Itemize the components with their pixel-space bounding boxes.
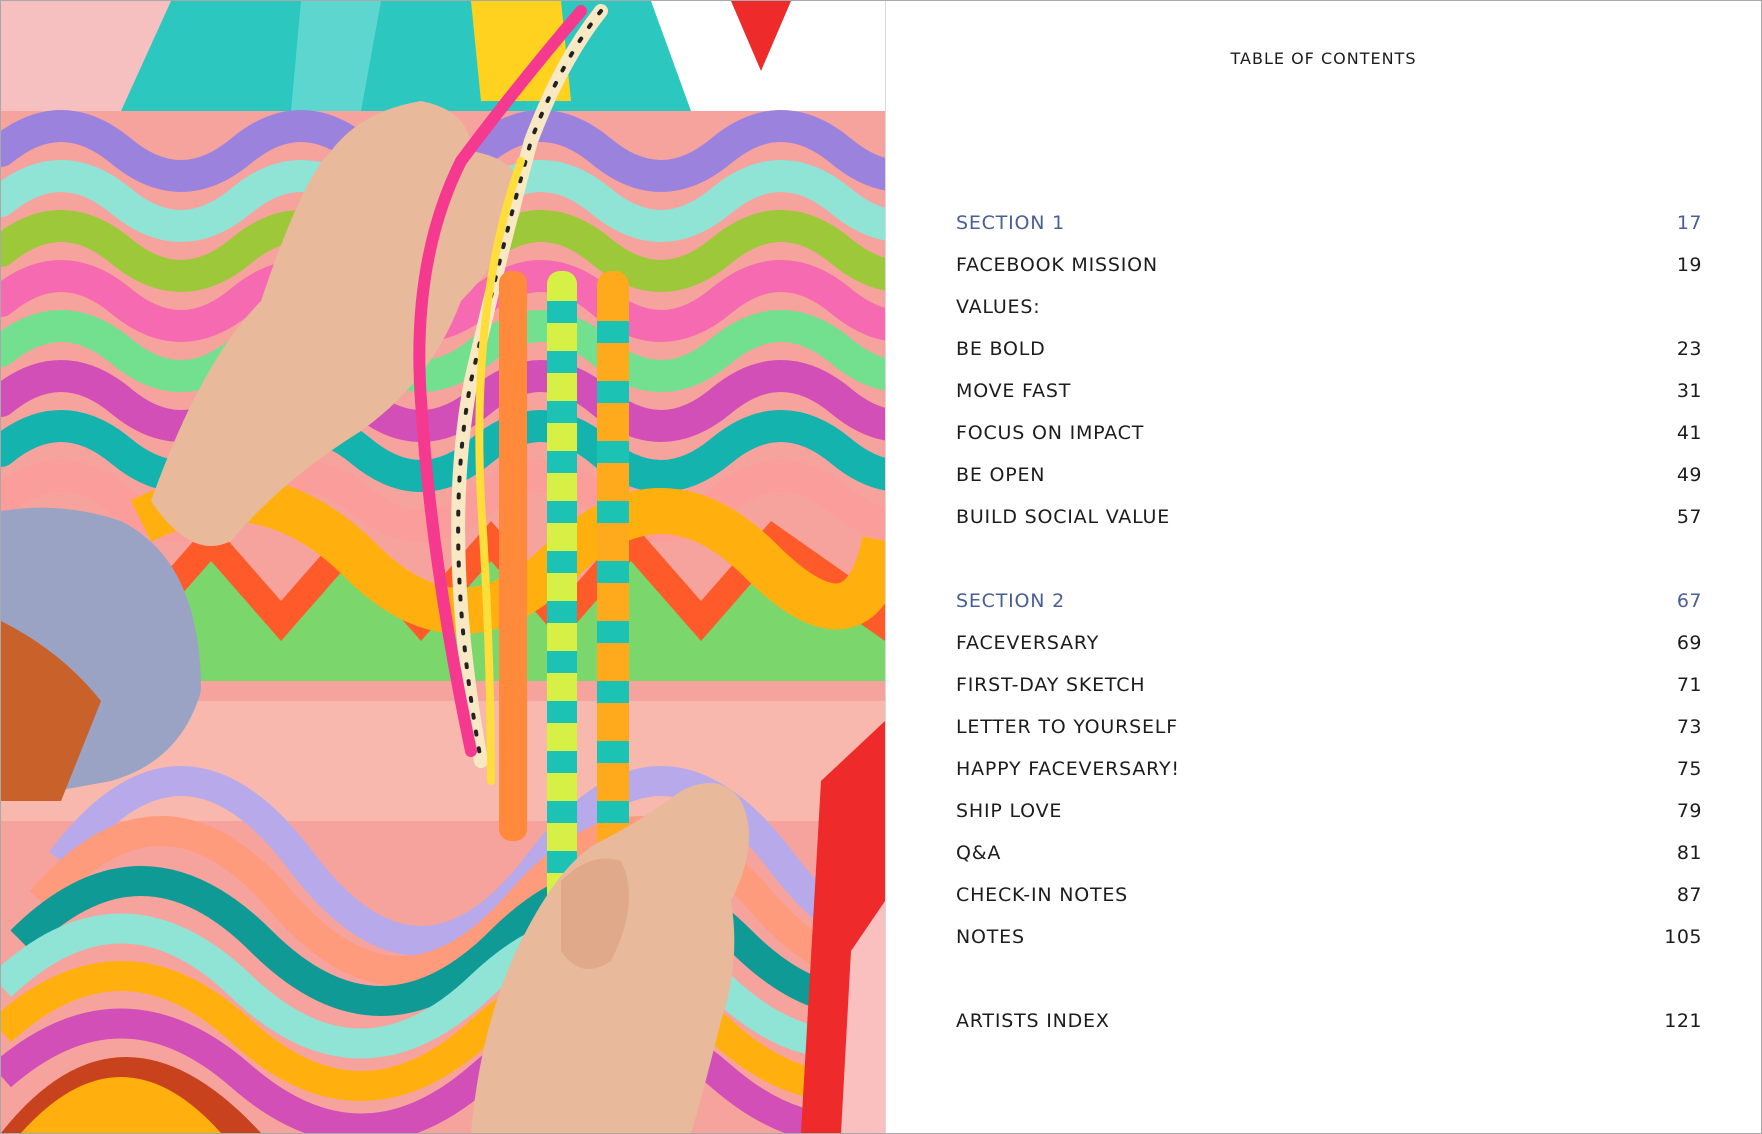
toc-entry-label: FIRST-DAY SKETCH xyxy=(956,674,1146,696)
toc-entry: Q&A 81 xyxy=(956,838,1702,880)
toc-entry: BE OPEN 49 xyxy=(956,460,1702,502)
toc-group: SECTION 1 17 FACEBOOK MISSION 19 VALUES: BE B… xyxy=(956,208,1702,544)
toc-section-heading: SECTION 1 17 xyxy=(956,208,1702,250)
toc-entry-label: BE BOLD xyxy=(956,338,1046,360)
toc-entry-page-number: 121 xyxy=(1664,1010,1702,1032)
mural-illustration xyxy=(1,1,885,1133)
toc-entry-label: VALUES: xyxy=(956,296,1041,318)
toc-section-heading: SECTION 2 67 xyxy=(956,586,1702,628)
toc-entry: ARTISTS INDEX 121 xyxy=(956,1006,1702,1048)
toc-entry-page-number: 81 xyxy=(1676,842,1702,864)
mural-photo xyxy=(1,1,885,1133)
toc-entry: FACEBOOK MISSION 19 xyxy=(956,250,1702,292)
toc-entry-page-number: 31 xyxy=(1676,380,1702,402)
toc-entry-page-number: 17 xyxy=(1676,212,1702,234)
toc-entry: BE BOLD 23 xyxy=(956,334,1702,376)
toc-entry: FACEVERSARY 69 xyxy=(956,628,1702,670)
toc-entry-page-number: 73 xyxy=(1676,716,1702,738)
toc-entry-label: FOCUS ON IMPACT xyxy=(956,422,1145,444)
toc-entry-page-number: 87 xyxy=(1676,884,1702,906)
toc-entry-label: MOVE FAST xyxy=(956,380,1072,402)
toc-entry: FIRST-DAY SKETCH 71 xyxy=(956,670,1702,712)
toc-entry-page-number: 67 xyxy=(1676,590,1702,612)
toc-entry-label: CHECK-IN NOTES xyxy=(956,884,1129,906)
toc-entry-label: BUILD SOCIAL VALUE xyxy=(956,506,1171,528)
toc-entry: CHECK-IN NOTES 87 xyxy=(956,880,1702,922)
toc-entry-page-number: 69 xyxy=(1676,632,1702,654)
toc-entry-page-number: 57 xyxy=(1676,506,1702,528)
toc-entry-label: FACEBOOK MISSION xyxy=(956,254,1158,276)
toc-entry-label: SECTION 2 xyxy=(956,590,1066,612)
toc-entry-label: HAPPY FACEVERSARY! xyxy=(956,758,1180,780)
toc-entry-page-number: 79 xyxy=(1676,800,1702,822)
toc-entry-label: ARTISTS INDEX xyxy=(956,1010,1110,1032)
toc-entry: VALUES: xyxy=(956,292,1702,334)
toc-entry-page-number: 49 xyxy=(1676,464,1702,486)
toc-entry: NOTES 105 xyxy=(956,922,1702,964)
toc-entry-label: SHIP LOVE xyxy=(956,800,1063,822)
toc-entry-label: NOTES xyxy=(956,926,1025,948)
book-spread: TABLE OF CONTENTS SECTION 1 17 FACEBOOK MI… xyxy=(0,0,1762,1134)
toc-entry-label: Q&A xyxy=(956,842,1002,864)
toc-entry-page-number: 75 xyxy=(1676,758,1702,780)
toc-entry-label: FACEVERSARY xyxy=(956,632,1100,654)
toc-group: SECTION 2 67 FACEVERSARY 69 FIRST-DAY SKETCH… xyxy=(956,586,1702,964)
toc-entry-page-number: 41 xyxy=(1676,422,1702,444)
toc-entry-label: BE OPEN xyxy=(956,464,1046,486)
toc-entry: FOCUS ON IMPACT 41 xyxy=(956,418,1702,460)
toc-entry: LETTER TO YOURSELF 73 xyxy=(956,712,1702,754)
toc-entry-label: LETTER TO YOURSELF xyxy=(956,716,1178,738)
toc-entry: SHIP LOVE 79 xyxy=(956,796,1702,838)
toc-entry: BUILD SOCIAL VALUE 57 xyxy=(956,502,1702,544)
toc-entry-page-number: 19 xyxy=(1676,254,1702,276)
toc-entry-page-number: 23 xyxy=(1676,338,1702,360)
table-of-contents-page: TABLE OF CONTENTS SECTION 1 17 FACEBOOK MI… xyxy=(886,1,1761,1133)
toc-entry-label: SECTION 1 xyxy=(956,212,1066,234)
toc-group: ARTISTS INDEX 121 xyxy=(956,1006,1702,1048)
toc-title: TABLE OF CONTENTS xyxy=(1230,49,1417,68)
toc-entry-page-number: 105 xyxy=(1664,926,1702,948)
toc-entry: HAPPY FACEVERSARY! 75 xyxy=(956,754,1702,796)
toc-entry: MOVE FAST 31 xyxy=(956,376,1702,418)
toc-list: SECTION 1 17 FACEBOOK MISSION 19 VALUES: BE B… xyxy=(956,208,1702,1090)
toc-entry-page-number: 71 xyxy=(1676,674,1702,696)
